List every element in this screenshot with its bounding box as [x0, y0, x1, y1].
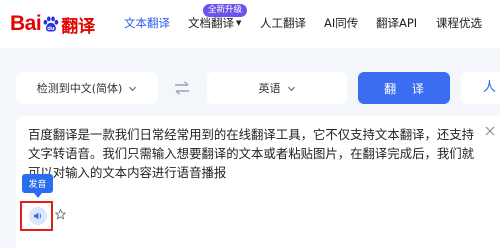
source-text[interactable]: 百度翻译是一款我们日常经常用到的在线翻译工具，它不仅支持文本翻译，还支持文字转语… — [28, 125, 476, 182]
star-icon[interactable] — [55, 209, 66, 220]
target-language-select[interactable]: 英语 — [207, 72, 347, 104]
nav-courses[interactable]: 课程优选 — [436, 15, 482, 31]
nav-ai-interpret[interactable]: AI同传 — [324, 15, 358, 31]
source-language-label: 检测到中文(简体) — [36, 82, 123, 95]
speaker-button[interactable] — [29, 207, 47, 225]
logo-bai-text: Bai — [10, 12, 42, 35]
source-language-select[interactable]: 检测到中文(简体) — [16, 72, 158, 104]
caret-down-icon: ▼ — [236, 19, 242, 27]
nav-document-translate-label: 文档翻译 — [188, 16, 234, 30]
nav-text-translate[interactable]: 文本翻译 — [124, 15, 170, 31]
pronounce-tooltip: 发音 — [22, 174, 53, 198]
chevron-down-icon — [129, 86, 137, 91]
baidu-fanyi-logo[interactable]: Bai du 翻译 — [10, 12, 96, 37]
chevron-down-icon — [287, 86, 295, 91]
top-bar: Bai du 翻译 文本翻译 全新升级 文档翻译 ▼ 人工翻译 AI同传 翻译AP… — [0, 0, 500, 48]
nav-translate-api[interactable]: 翻译API — [376, 15, 417, 31]
close-icon[interactable] — [485, 126, 495, 136]
human-translate-button[interactable]: 人 — [461, 72, 500, 104]
input-panel[interactable]: 百度翻译是一款我们日常经常用到的在线翻译工具，它不仅支持文本翻译，还支持文字转语… — [16, 116, 500, 248]
nav-human-translate[interactable]: 人工翻译 — [260, 15, 306, 31]
svg-text:du: du — [47, 26, 55, 32]
logo-fanyi-text: 翻译 — [61, 16, 96, 37]
target-language-label: 英语 — [258, 82, 281, 95]
translate-button[interactable]: 翻 译 — [358, 72, 450, 104]
baidu-paw-icon: du — [43, 16, 59, 32]
speaker-icon — [34, 212, 42, 220]
nav-document-translate[interactable]: 文档翻译 ▼ — [188, 15, 241, 31]
swap-arrows-icon[interactable] — [173, 80, 191, 96]
